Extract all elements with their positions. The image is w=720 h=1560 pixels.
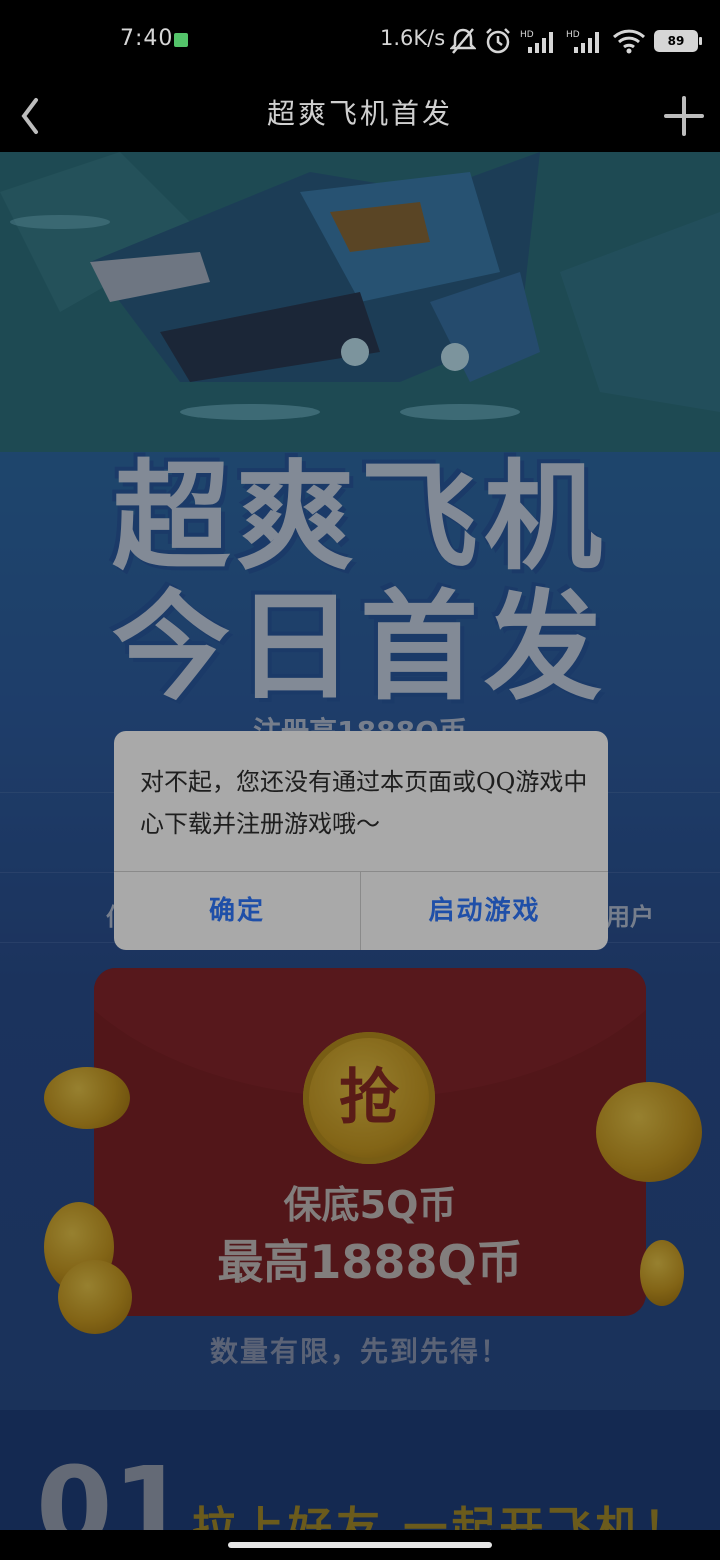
dialog-message: 对不起，您还没有通过本页面或QQ游戏中心下载并注册游戏哦～ [140,768,588,838]
wifi-icon [612,29,646,54]
plus-icon [664,96,704,136]
status-icons: HD HD 89 [450,26,702,56]
add-button[interactable] [660,88,710,144]
alarm-icon [486,28,510,54]
signal-hd-icon-2: HD [566,30,599,53]
page-title: 超爽飞机首发 [266,97,453,130]
svg-text:HD: HD [520,30,534,40]
network-speed: 1.6K/s [380,26,446,50]
confirm-button[interactable]: 确定 [114,872,360,950]
signal-hd-icon: HD [520,30,553,53]
status-time: 7:40 [120,26,174,51]
launch-game-button[interactable]: 启动游戏 [361,872,608,950]
alert-dialog: 对不起，您还没有通过本页面或QQ游戏中心下载并注册游戏哦～ 确定 启动游戏 [114,731,608,950]
svg-text:HD: HD [566,30,580,40]
home-indicator[interactable] [228,1542,492,1548]
app-notification-icon [174,33,188,47]
mute-bell-icon [450,28,476,54]
navigation-bar [0,1530,720,1560]
battery-level: 89 [667,34,685,48]
title-bar: 超爽飞机首发 [0,80,720,152]
battery-icon: 89 [654,30,702,52]
status-bar: 7:40 1.6K/s HD HD 89 [0,0,720,80]
